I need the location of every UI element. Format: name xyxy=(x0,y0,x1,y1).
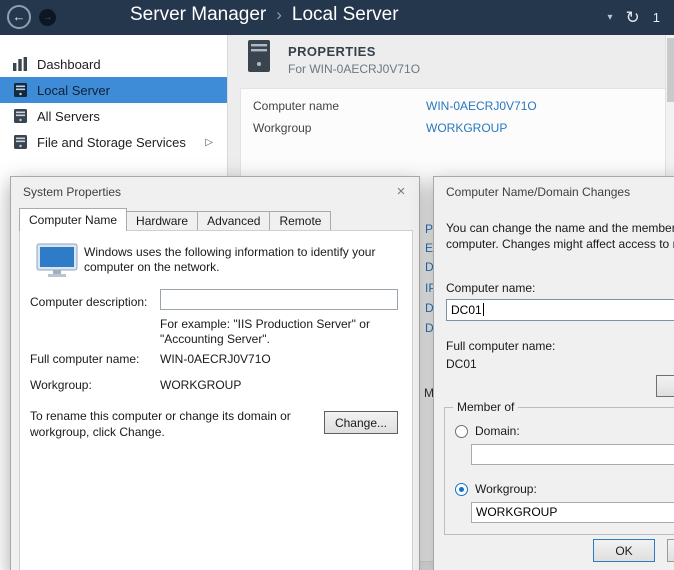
workgroup-input-value: WORKGROUP xyxy=(476,505,557,519)
workgroup-radio-row[interactable]: Workgroup: xyxy=(455,482,537,496)
dashboard-icon xyxy=(13,57,28,71)
sidebar-item-label: Local Server xyxy=(37,83,110,98)
tab-computer-name[interactable]: Computer Name xyxy=(19,208,127,231)
properties-server-icon xyxy=(248,40,270,77)
server-manager-window: ← → Server Manager › Local Server ▾ ↻ 1 Da… xyxy=(0,0,674,570)
change-info-text-line2: computer. Changes might affect access to… xyxy=(446,237,674,251)
servers-icon xyxy=(13,109,28,123)
breadcrumb-current-page[interactable]: Local Server xyxy=(292,4,399,25)
caret-down-icon[interactable]: ▾ xyxy=(607,12,612,23)
full-computer-name-label: Full computer name: xyxy=(446,339,555,353)
computer-name-input-value: DC01 xyxy=(451,303,482,317)
sidebar-item-dashboard[interactable]: Dashboard xyxy=(0,51,227,77)
storage-icon xyxy=(13,135,28,149)
server-icon xyxy=(13,83,28,97)
breadcrumb-separator: › xyxy=(276,5,282,24)
identify-info-text: Windows uses the following information t… xyxy=(84,245,406,275)
computer-name-tab-page: Windows uses the following information t… xyxy=(19,230,413,570)
computer-name-label: Computer name: xyxy=(446,281,535,295)
domain-radio-row[interactable]: Domain: xyxy=(455,424,520,438)
more-button[interactable] xyxy=(656,375,674,397)
close-icon[interactable]: × xyxy=(391,182,411,202)
refresh-icon[interactable]: ↻ xyxy=(626,9,640,26)
chevron-right-icon[interactable]: ▷ xyxy=(205,137,213,148)
workgroup-input[interactable]: WORKGROUP xyxy=(471,502,674,523)
topbar-actions: ▾ ↻ 1 xyxy=(607,0,660,35)
workgroup-radio-label: Workgroup: xyxy=(475,482,537,496)
change-button[interactable]: Change... xyxy=(324,411,398,434)
member-of-groupbox: Member of Domain: Workgroup: WORKGROUP xyxy=(444,407,674,535)
full-computer-name-value: DC01 xyxy=(446,357,477,371)
sidebar-item-label: Dashboard xyxy=(37,57,101,72)
change-info-text-line1: You can change the name and the membersh… xyxy=(446,221,674,235)
back-button[interactable]: ← xyxy=(7,5,31,29)
monitor-icon xyxy=(36,243,78,284)
sidebar-item-all-servers[interactable]: All Servers xyxy=(0,103,227,129)
dialog-title: System Properties xyxy=(23,185,121,199)
workgroup-link[interactable]: WORKGROUP xyxy=(426,121,507,135)
sidebar-item-file-storage-services[interactable]: File and Storage Services ▷ xyxy=(0,129,227,155)
full-computer-name-label: Full computer name: xyxy=(30,352,139,366)
breadcrumb: Server Manager › Local Server xyxy=(130,4,399,26)
properties-heading: PROPERTIES xyxy=(288,44,376,59)
tab-hardware[interactable]: Hardware xyxy=(126,211,198,230)
text-cursor xyxy=(483,303,484,316)
dialog-title: Computer Name/Domain Changes xyxy=(446,185,630,199)
forward-button[interactable]: → xyxy=(39,9,56,26)
full-computer-name-value: WIN-0AECRJ0V71O xyxy=(160,352,271,366)
sidebar-item-label: File and Storage Services xyxy=(37,135,186,150)
forward-arrow-icon: → xyxy=(43,12,53,23)
property-label: Workgroup xyxy=(253,121,426,135)
domain-radio-icon[interactable] xyxy=(455,425,468,438)
notification-count[interactable]: 1 xyxy=(653,10,660,25)
tab-advanced[interactable]: Advanced xyxy=(197,211,270,230)
member-of-legend: Member of xyxy=(453,400,518,414)
workgroup-value: WORKGROUP xyxy=(160,378,241,392)
rename-hint-text: To rename this computer or change its do… xyxy=(30,408,308,440)
sidebar-item-local-server[interactable]: Local Server xyxy=(0,77,227,103)
tab-remote[interactable]: Remote xyxy=(269,211,331,230)
breadcrumb-app-title[interactable]: Server Manager xyxy=(130,4,266,25)
property-row: Computer name WIN-0AECRJ0V71O xyxy=(253,99,537,113)
computer-name-link[interactable]: WIN-0AECRJ0V71O xyxy=(426,99,537,113)
scrollbar-thumb[interactable] xyxy=(667,38,674,102)
properties-subtitle: For WIN-0AECRJ0V71O xyxy=(288,62,420,76)
workgroup-label: Workgroup: xyxy=(30,378,92,392)
title-bar: ← → Server Manager › Local Server ▾ ↻ 1 xyxy=(0,0,674,35)
domain-input[interactable] xyxy=(471,444,674,465)
sidebar-item-label: All Servers xyxy=(37,109,100,124)
computer-description-input[interactable] xyxy=(160,289,398,310)
tab-strip: Computer Name Hardware Advanced Remote xyxy=(19,208,330,231)
property-row: Workgroup WORKGROUP xyxy=(253,121,507,135)
cancel-button[interactable] xyxy=(667,539,674,562)
domain-radio-label: Domain: xyxy=(475,424,520,438)
description-example-text: For example: "IIS Production Server" or … xyxy=(160,317,386,347)
workgroup-radio-icon[interactable] xyxy=(455,483,468,496)
computer-description-label: Computer description: xyxy=(30,295,147,309)
property-label: Computer name xyxy=(253,99,426,113)
ok-button[interactable]: OK xyxy=(593,539,655,562)
computer-name-input[interactable]: DC01 xyxy=(446,299,674,321)
back-arrow-icon: ← xyxy=(13,9,26,24)
computer-name-domain-changes-dialog: Computer Name/Domain Changes You can cha… xyxy=(433,176,674,570)
system-properties-dialog: System Properties × Computer Name Hardwa… xyxy=(10,176,420,570)
